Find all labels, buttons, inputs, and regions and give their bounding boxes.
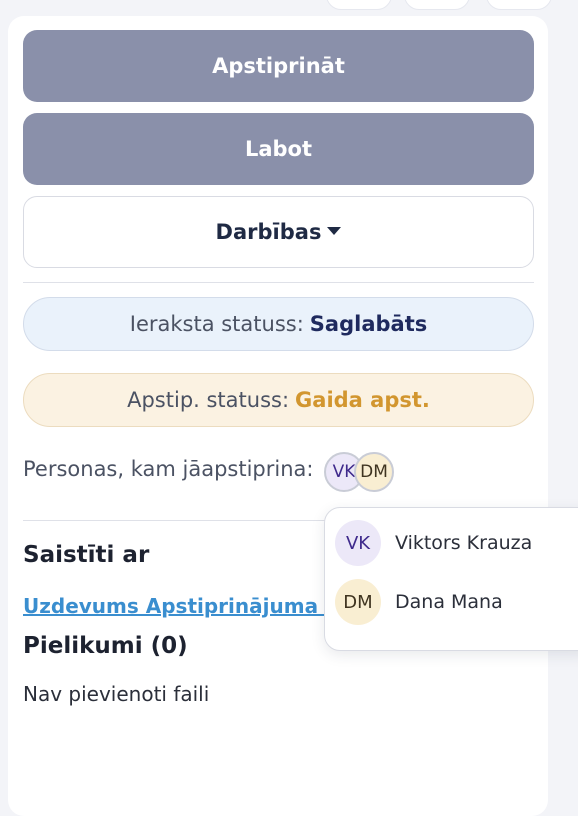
avatar-initials: VK [345, 532, 371, 554]
actions-button-label: Darbības [215, 220, 322, 244]
top-toolbar-pill[interactable] [404, 0, 470, 10]
approval-status-value: Gaida apst. [295, 388, 430, 412]
top-toolbar-pill[interactable] [486, 0, 552, 10]
approve-button[interactable]: Apstiprināt [23, 30, 534, 102]
avatar: VK [335, 520, 381, 566]
avatar-dm[interactable]: DM [354, 452, 394, 492]
approvers-label: Personas, kam jāapstiprina: [23, 457, 314, 481]
record-status-badge: Ieraksta statuss: Saglabāts [23, 297, 534, 351]
top-toolbar-pill[interactable] [326, 0, 392, 10]
approval-status-label: Apstip. statuss: [127, 388, 290, 412]
no-files-text: Nav pievienoti faili [23, 682, 210, 706]
approve-button-label: Apstiprināt [212, 54, 345, 78]
approval-status-badge: Apstip. statuss: Gaida apst. [23, 373, 534, 427]
record-panel: Apstiprināt Labot Darbības Ieraksta stat… [8, 16, 548, 816]
approver-item[interactable]: DM Dana Mana [335, 579, 503, 625]
avatar: DM [335, 579, 381, 625]
record-status-value: Saglabāts [309, 312, 428, 336]
attachments-title: Pielikumi (0) [23, 633, 188, 659]
edit-button-label: Labot [244, 137, 313, 161]
divider [23, 282, 534, 283]
caret-down-icon [327, 227, 342, 235]
approvers-popover: VK Viktors Krauza DM Dana Mana [324, 507, 578, 651]
approver-name: Viktors Krauza [395, 532, 533, 554]
record-status-label: Ieraksta statuss: [129, 312, 304, 336]
avatar-initials: DM [360, 462, 388, 482]
actions-dropdown-button[interactable]: Darbības [23, 196, 534, 268]
related-title: Saistīti ar [23, 542, 150, 568]
related-task-link[interactable]: Uzdevums Apstiprinājuma p [23, 594, 339, 618]
approver-name: Dana Mana [395, 591, 503, 613]
approver-item[interactable]: VK Viktors Krauza [335, 520, 532, 566]
avatar-initials: VK [332, 462, 356, 482]
edit-button[interactable]: Labot [23, 113, 534, 185]
avatar-initials: DM [343, 591, 373, 613]
